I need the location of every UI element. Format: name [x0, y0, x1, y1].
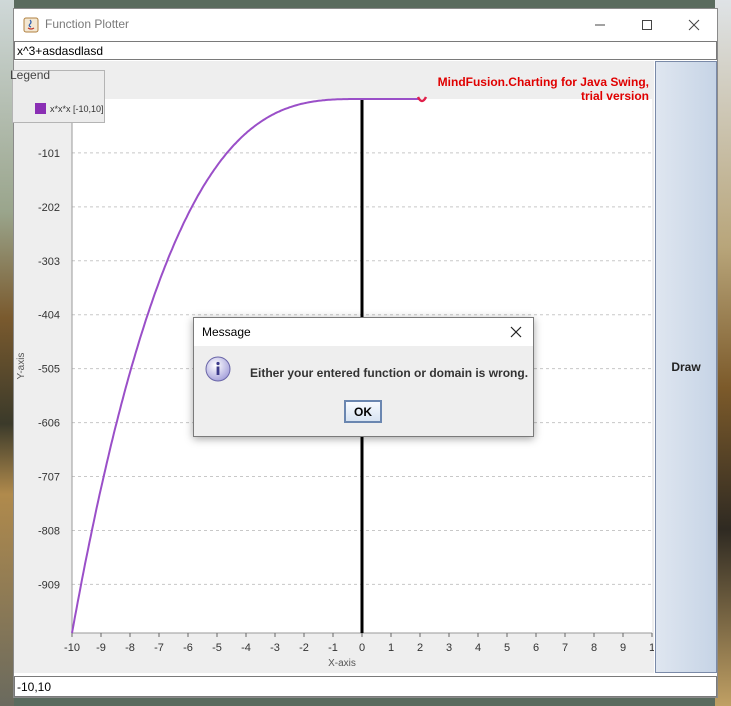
x-tick-label: -1 [328, 642, 338, 654]
x-tick-label: -9 [96, 642, 106, 654]
x-tick-label: -7 [154, 642, 164, 654]
x-tick-label: 6 [533, 642, 539, 654]
domain-input[interactable] [14, 676, 717, 697]
x-tick-label: 5 [504, 642, 510, 654]
close-window-button[interactable] [671, 9, 717, 41]
y-tick-label: -202 [38, 202, 60, 214]
x-axis-label: X-axis [328, 658, 356, 669]
java-app-icon [23, 17, 39, 33]
x-tick-label: -6 [183, 642, 193, 654]
dialog-message: Either your entered function or domain i… [250, 366, 529, 380]
draw-button[interactable]: Draw [655, 61, 717, 673]
x-tick-label: 3 [446, 642, 452, 654]
y-tick-label: -606 [38, 418, 60, 430]
x-tick-label: 4 [475, 642, 481, 654]
dialog-title: Message [202, 325, 251, 339]
y-tick-label: -303 [38, 256, 60, 268]
x-tick-label: -3 [270, 642, 280, 654]
y-tick-label: -505 [38, 364, 60, 376]
y-tick-label: -808 [38, 525, 60, 537]
dialog-title-bar[interactable]: Message [194, 318, 533, 346]
x-tick-label: -10 [64, 642, 80, 654]
x-tick-label: 7 [562, 642, 568, 654]
y-tick-label: -909 [38, 579, 60, 591]
x-tick-label: 8 [591, 642, 597, 654]
window-title: Function Plotter [45, 17, 130, 31]
x-tick-label: 1 [649, 642, 654, 654]
legend-item-label: x*x*x [-10,10] [50, 104, 104, 114]
title-bar[interactable]: Function Plotter [14, 9, 717, 41]
maximize-button[interactable] [624, 9, 670, 41]
y-tick-label: -404 [38, 310, 60, 322]
dialog-close-button[interactable] [505, 322, 527, 342]
close-icon [688, 19, 700, 31]
x-tick-label: -5 [212, 642, 222, 654]
y-tick-label: -707 [38, 472, 60, 484]
minimize-button[interactable] [577, 9, 623, 41]
legend-title: Legend [10, 68, 51, 82]
y-axis-label: Y-axis [16, 353, 27, 380]
maximize-icon [642, 20, 652, 30]
close-icon [510, 326, 522, 338]
y-tick-label: -101 [38, 148, 60, 160]
info-icon [205, 356, 231, 382]
message-dialog: Message Either your entered function or … [193, 317, 534, 437]
watermark-line1: MindFusion.Charting for Java Swing, [437, 75, 649, 89]
x-tick-label: -2 [299, 642, 309, 654]
minimize-icon [595, 24, 605, 26]
legend-swatch [35, 103, 46, 114]
x-tick-label: -8 [125, 642, 135, 654]
x-tick-label: 0 [359, 642, 365, 654]
x-tick-label: -4 [241, 642, 251, 654]
x-tick-label: 1 [388, 642, 394, 654]
trial-watermark: MindFusion.Charting for Java Swing, tria… [438, 75, 649, 103]
x-tick-label: 2 [417, 642, 423, 654]
x-tick-label: 9 [620, 642, 626, 654]
ok-button[interactable]: OK [344, 400, 382, 423]
watermark-line2: trial version [580, 89, 649, 103]
function-input[interactable] [14, 41, 717, 60]
